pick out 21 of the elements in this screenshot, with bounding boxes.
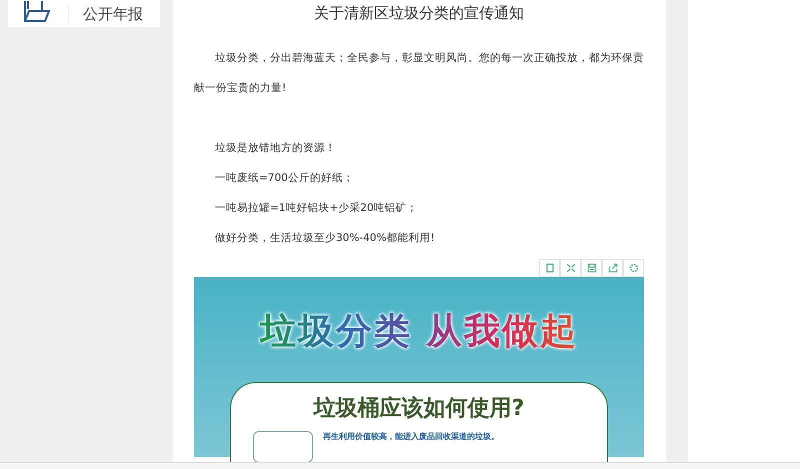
share-icon bbox=[606, 262, 618, 274]
article-paragraph: 垃圾是放错地方的资源！ bbox=[214, 141, 337, 156]
settings-icon bbox=[628, 262, 640, 274]
fullscreen-button[interactable] bbox=[560, 259, 581, 277]
settings-button[interactable] bbox=[623, 259, 644, 277]
article-paragraph: 垃圾分类，分出碧海蓝天；全民参与，彰显文明风尚。您的每一次正确投放，都为环保贡献一份宝贵的力量! bbox=[194, 51, 644, 96]
fullscreen-icon bbox=[564, 262, 576, 274]
poster-card-title: 垃圾桶应该如何使用? bbox=[314, 394, 524, 423]
article-title: 关于清新区垃圾分类的宣传通知 bbox=[313, 4, 525, 23]
save-icon bbox=[586, 262, 598, 274]
share-button[interactable] bbox=[602, 259, 623, 277]
report-card[interactable]: 公开年报 bbox=[8, 0, 160, 27]
card-label: 公开年报 bbox=[68, 5, 143, 23]
folder-icon bbox=[22, 1, 50, 23]
article-paragraph: 一吨易拉罐=1吨好铝块+少采20吨铝矿； bbox=[214, 201, 419, 216]
fit-button[interactable] bbox=[539, 259, 560, 277]
fit-icon bbox=[544, 262, 556, 274]
article-paragraph: 一吨废纸=700公斤的好纸； bbox=[214, 171, 355, 186]
poster-card-text: 再生利用价值较高，能进入废品回收渠道的垃圾。 bbox=[323, 431, 499, 443]
save-button[interactable] bbox=[581, 259, 602, 277]
article-paragraph: 做好分类，生活垃圾至少30%-40%都能利用! bbox=[214, 231, 436, 246]
